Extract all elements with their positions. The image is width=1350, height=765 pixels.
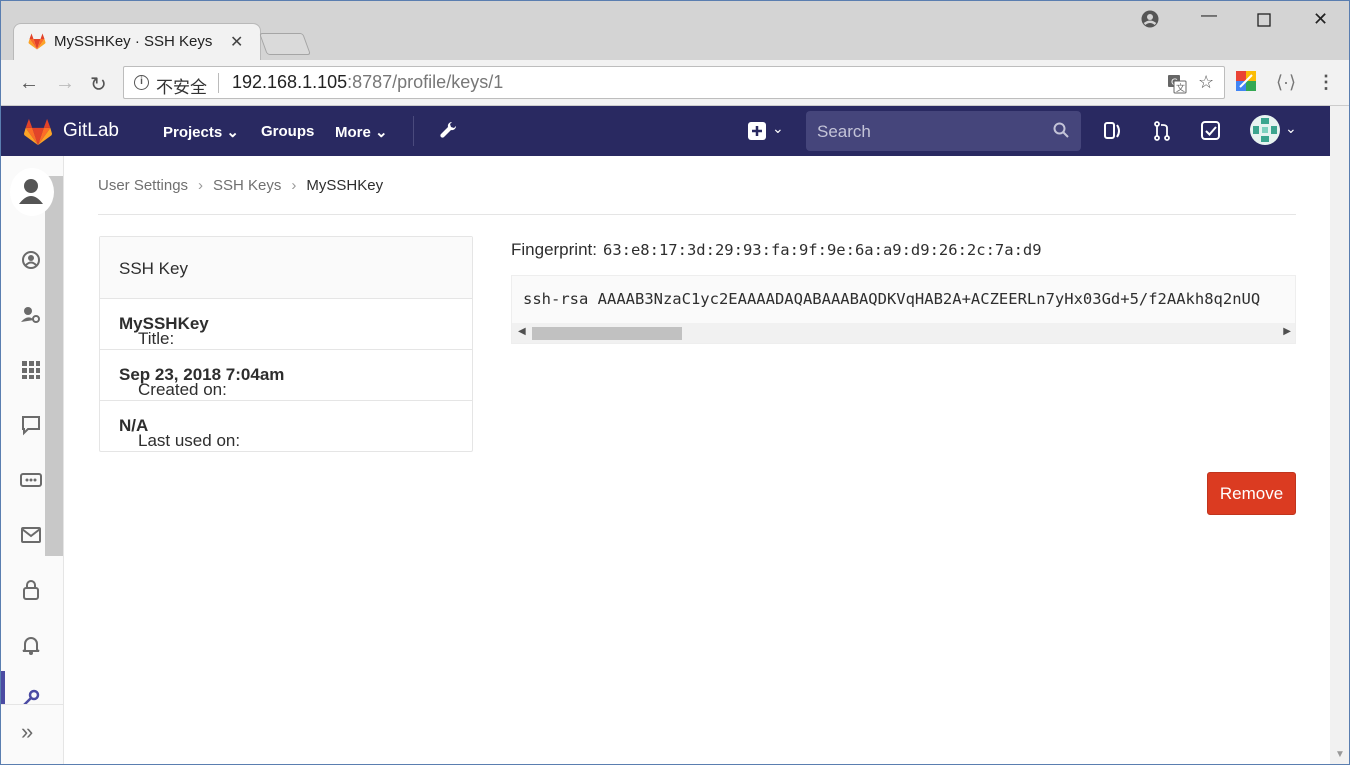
breadcrumb-divider	[98, 214, 1296, 215]
tab-close-icon[interactable]: ✕	[230, 32, 243, 52]
nav-more[interactable]: More ⌄	[335, 123, 388, 141]
password-lock-icon[interactable]	[19, 578, 43, 602]
title-label: Title:	[138, 329, 175, 348]
key-title-row: Title: MySSHKey	[100, 299, 472, 350]
collapse-sidebar-icon[interactable]: »	[21, 719, 33, 745]
brand-name[interactable]: GitLab	[63, 120, 119, 142]
browser-titlebar: MySSHKey · SSH Keys · ✕ — ✕	[1, 1, 1349, 60]
browser-window: MySSHKey · SSH Keys · ✕ — ✕ ← → ↻ i 不安全 …	[0, 0, 1350, 765]
breadcrumb-current[interactable]: MySSHKey	[306, 177, 383, 194]
url-text[interactable]: 192.168.1.105:8787/profile/keys/1	[232, 72, 503, 93]
fingerprint: Fingerprint: 63:e8:17:3d:29:93:fa:9f:9e:6…	[511, 240, 1042, 260]
browser-menu-icon[interactable]: ⋮	[1317, 72, 1335, 93]
last-used-label: Last used on:	[138, 431, 241, 450]
todos-icon[interactable]	[1201, 121, 1221, 141]
extension-colorful-icon[interactable]	[1236, 71, 1256, 91]
window-close-icon[interactable]: ✕	[1313, 9, 1328, 30]
info-icon[interactable]: i	[134, 75, 149, 90]
omnibox-divider	[218, 73, 219, 93]
gitlab-logo-icon[interactable]	[23, 118, 53, 146]
ssh-key-card: SSH Key Title: MySSHKey Created on: Sep …	[99, 236, 473, 452]
breadcrumb: User Settings › SSH Keys › MySSHKey	[98, 177, 383, 194]
tab-title: MySSHKey · SSH Keys ·	[54, 33, 214, 50]
chevron-right-icon: ›	[291, 177, 297, 194]
created-on-row: Created on: Sep 23, 2018 7:04am	[100, 350, 472, 401]
search-input[interactable]: Search	[806, 111, 1081, 151]
key-horizontal-scrollbar[interactable]: ◀ ▶	[512, 323, 1295, 343]
card-header: SSH Key	[100, 237, 472, 299]
svg-text:文: 文	[1176, 82, 1185, 94]
created-label: Created on:	[138, 380, 227, 399]
scroll-left-arrow-icon[interactable]: ◀	[518, 326, 526, 337]
minimize-icon[interactable]: —	[1201, 7, 1217, 25]
new-tab-button[interactable]	[258, 33, 312, 55]
breadcrumb-user-settings[interactable]: User Settings	[98, 177, 188, 194]
admin-wrench-icon[interactable]	[438, 120, 458, 140]
scroll-down-arrow-icon[interactable]: ▼	[1335, 749, 1345, 760]
settings-sidebar: »	[1, 156, 64, 764]
nav-divider	[413, 116, 414, 146]
nav-projects[interactable]: Projects ⌄	[163, 123, 239, 141]
merge-requests-icon[interactable]	[1153, 121, 1171, 141]
browser-tab[interactable]: MySSHKey · SSH Keys · ✕	[13, 23, 261, 60]
sidebar-scrollbar[interactable]	[45, 176, 63, 556]
account-icon[interactable]	[19, 303, 43, 327]
browser-toolbar: ← → ↻ i 不安全 192.168.1.105:8787/profile/k…	[1, 60, 1349, 106]
card-heading: SSH Key	[119, 259, 188, 278]
chevron-right-icon: ›	[198, 177, 204, 194]
sidebar-user-avatar[interactable]	[10, 168, 54, 216]
maximize-icon[interactable]	[1257, 13, 1271, 27]
security-label: 不安全	[156, 78, 207, 97]
reload-icon[interactable]: ↻	[90, 72, 107, 97]
search-icon	[1053, 122, 1069, 138]
breadcrumb-ssh-keys[interactable]: SSH Keys	[213, 177, 281, 194]
user-avatar[interactable]	[1250, 115, 1280, 145]
notifications-bell-icon[interactable]	[19, 633, 43, 657]
profile-icon[interactable]	[1141, 10, 1159, 28]
public-key-text[interactable]: ssh-rsa AAAAB3NzaC1yc2EAAAADAQABAAABAQDK…	[523, 290, 1260, 308]
address-bar[interactable]: i 不安全 192.168.1.105:8787/profile/keys/1 …	[123, 66, 1225, 99]
scrollbar-thumb[interactable]	[532, 327, 682, 340]
fingerprint-value: 63:e8:17:3d:29:93:fa:9f:9e:6a:a9:d9:26:2…	[602, 241, 1042, 259]
user-menu-chevron-icon[interactable]: ⌄	[1285, 120, 1297, 137]
new-item-plus-icon[interactable]	[748, 122, 766, 140]
gitlab-navbar: GitLab Projects ⌄ Groups More ⌄ ⌄ Search	[1, 106, 1330, 156]
search-placeholder: Search	[817, 122, 871, 141]
chat-icon[interactable]	[19, 413, 43, 437]
new-item-chevron-icon[interactable]: ⌄	[772, 120, 784, 137]
gitlab-favicon-icon	[28, 33, 46, 50]
extension-code-icon[interactable]: ⟨·⟩	[1276, 72, 1296, 93]
sidebar-collapse-area: »	[1, 704, 63, 764]
scroll-right-arrow-icon[interactable]: ▶	[1283, 326, 1291, 337]
bookmark-star-icon[interactable]: ☆	[1198, 72, 1214, 93]
public-key-box[interactable]: ssh-rsa AAAAB3NzaC1yc2EAAAADAQABAAABAQDK…	[511, 275, 1296, 344]
page-scrollbar[interactable]: ▼	[1330, 106, 1349, 764]
access-tokens-icon[interactable]	[19, 468, 43, 492]
translate-icon[interactable]: G 文	[1167, 74, 1187, 94]
last-used-row: Last used on: N/A	[100, 401, 472, 452]
fingerprint-label: Fingerprint:	[511, 240, 597, 259]
applications-icon[interactable]	[19, 358, 43, 382]
remove-button[interactable]: Remove	[1207, 472, 1296, 515]
profile-icon[interactable]	[19, 248, 43, 272]
back-icon[interactable]: ←	[19, 72, 39, 95]
nav-groups[interactable]: Groups	[261, 123, 314, 140]
issues-icon[interactable]	[1104, 121, 1122, 141]
forward-icon[interactable]: →	[55, 72, 75, 95]
emails-icon[interactable]	[19, 523, 43, 547]
